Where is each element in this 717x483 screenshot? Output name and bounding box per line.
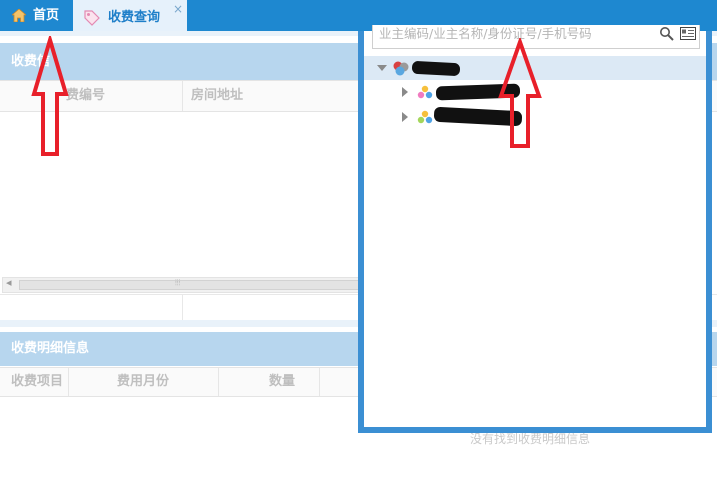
- col-fee-month: 费用月份: [69, 368, 219, 396]
- tab-charge-query[interactable]: 收费查询 ×: [73, 0, 187, 33]
- col-charge-item: 收费项目: [0, 368, 69, 396]
- scroll-grip-icon: ⦙⦙⦙: [175, 278, 181, 287]
- tree-node-icon: [417, 85, 433, 99]
- chevron-right-icon[interactable]: [402, 112, 408, 122]
- col-room-address: 房间地址: [191, 88, 244, 103]
- arrow-up-annotation: [31, 36, 69, 156]
- tab-charge-query-label: 收费查询: [108, 10, 161, 25]
- tag-icon: [84, 10, 100, 26]
- scroll-thumb[interactable]: ⦙⦙⦙: [19, 278, 361, 290]
- chevron-right-icon[interactable]: [402, 87, 408, 97]
- home-icon: [12, 9, 26, 22]
- address-book-icon[interactable]: [680, 27, 696, 40]
- search-icon[interactable]: [659, 26, 675, 42]
- tab-home-label: 首页: [33, 8, 60, 23]
- col-charge-no: 费编号: [0, 81, 183, 111]
- scroll-left-icon[interactable]: ◂: [6, 276, 12, 289]
- owner-search-placeholder: 业主编码/业主名称/身份证号/手机号码: [379, 26, 592, 41]
- tree-root-label-redacted: [411, 60, 461, 77]
- chevron-down-icon[interactable]: [377, 65, 387, 71]
- tree-node-icon: [417, 110, 433, 124]
- col-quantity: 数量: [219, 368, 320, 396]
- close-icon[interactable]: ×: [173, 0, 183, 25]
- footer-col-divider: [182, 294, 183, 320]
- tree-root-icon: [393, 61, 409, 76]
- horizontal-scrollbar[interactable]: ◂ ⦙⦙⦙: [2, 276, 362, 293]
- arrow-up-annotation: [498, 38, 542, 148]
- tab-home[interactable]: 首页: [0, 0, 70, 31]
